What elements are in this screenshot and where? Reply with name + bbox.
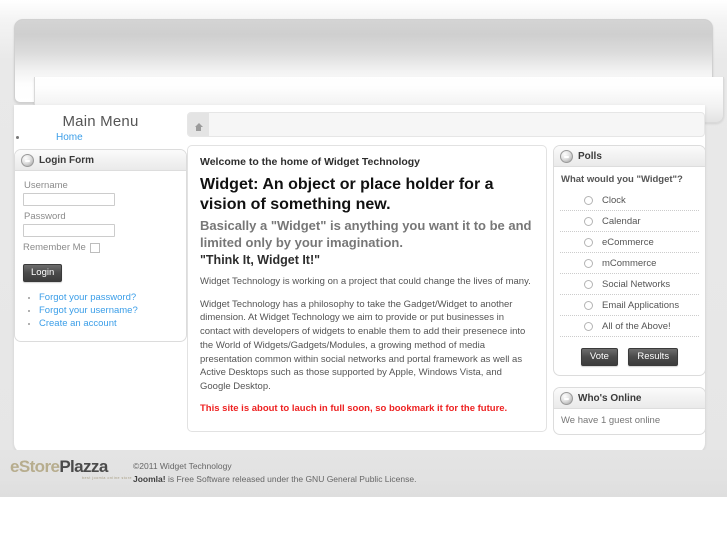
module-toggle-icon[interactable]: [560, 391, 573, 405]
login-module-header[interactable]: Login Form: [15, 150, 186, 171]
list-item: Forgot your username?: [39, 305, 178, 316]
article-paragraph-2: Widget Technology has a philosophy to ta…: [200, 298, 526, 393]
poll-option-row[interactable]: eCommerce: [560, 232, 699, 253]
poll-option-label: Social Networks: [602, 278, 671, 290]
login-help-links: Forgot your password? Forgot your userna…: [23, 292, 178, 329]
breadcrumb: [187, 112, 705, 137]
whos-online-module-header[interactable]: Who's Online: [554, 388, 705, 409]
module-toggle-icon[interactable]: [560, 149, 573, 163]
login-module-title: Login Form: [39, 154, 94, 166]
logo-text-part2: Plazza: [59, 457, 108, 476]
poll-option-row[interactable]: Social Networks: [560, 274, 699, 295]
login-module-body: Username Password Remember Me Login Forg…: [15, 171, 186, 341]
logo-text-part1: eStore: [10, 457, 60, 476]
poll-radio-mcommerce[interactable]: [584, 258, 593, 268]
article-launch-notice: This site is about to lauch in full soon…: [200, 402, 508, 414]
poll-option-label: Clock: [602, 194, 626, 206]
module-toggle-icon[interactable]: [21, 153, 34, 167]
results-button[interactable]: Results: [628, 348, 679, 366]
sidebar-item-home[interactable]: Home: [56, 132, 83, 143]
whos-online-module-title: Who's Online: [578, 392, 642, 404]
page-root: Main Menu Home Login Form Username Passw…: [0, 0, 727, 545]
article-heading: Widget: An object or place holder for a …: [200, 176, 494, 213]
article-content: Welcome to the home of Widget Technology…: [187, 145, 547, 432]
breadcrumb-home-button[interactable]: [188, 113, 209, 136]
poll-radio-clock[interactable]: [584, 195, 593, 205]
main-menu-list: Home: [14, 132, 187, 143]
footer-copyright: ©2011 Widget Technology: [133, 461, 232, 471]
poll-option-label: Email Applications: [602, 299, 680, 311]
home-icon: [194, 122, 203, 131]
license-text: is Free Software released under the GNU …: [165, 474, 417, 485]
site-header: [14, 19, 724, 123]
poll-radio-calendar[interactable]: [584, 216, 593, 226]
footer-logo[interactable]: eStorePlazza best joomla online store: [10, 458, 132, 480]
remember-me-label: Remember Me: [23, 242, 86, 253]
list-item: Forgot your password?: [39, 292, 178, 303]
poll-option-label: Calendar: [602, 215, 641, 227]
poll-option-row[interactable]: Clock: [560, 190, 699, 211]
logo-tagline: best joomla online store: [82, 476, 132, 480]
whos-online-module: Who's Online We have 1 guest online: [553, 387, 706, 435]
guests-online-text: We have 1 guest online: [561, 415, 661, 426]
logo-text: eStorePlazza: [10, 458, 132, 475]
article-welcome-line: Welcome to the home of Widget Technology: [200, 156, 421, 168]
poll-buttons: Vote Results: [560, 346, 699, 366]
poll-option-row[interactable]: Email Applications: [560, 295, 699, 316]
username-input[interactable]: [23, 193, 115, 206]
poll-radio-social-networks[interactable]: [584, 279, 593, 289]
footer-text: ©2011 Widget Technology Joomla! is Free …: [133, 460, 433, 486]
poll-option-label: All of the Above!: [602, 320, 671, 332]
password-label: Password: [24, 211, 66, 222]
remember-me-row: Remember Me: [23, 242, 178, 253]
create-account-link[interactable]: Create an account: [39, 318, 117, 329]
main-menu-title: Main Menu: [62, 113, 139, 130]
login-button[interactable]: Login: [23, 264, 63, 282]
poll-question: What would you "Widget"?: [561, 174, 683, 185]
polls-module-body: What would you "Widget"? Clock Calendar …: [554, 167, 705, 375]
poll-option-row[interactable]: All of the Above!: [560, 316, 699, 337]
login-form-module: Login Form Username Password Remember Me…: [14, 149, 187, 342]
vote-button[interactable]: Vote: [580, 348, 618, 366]
forgot-password-link[interactable]: Forgot your password?: [39, 292, 136, 303]
poll-option-row[interactable]: Calendar: [560, 211, 699, 232]
article-paragraph-1: Widget Technology is working on a projec…: [200, 275, 531, 287]
article-subheading: Basically a "Widget" is anything you wan…: [200, 218, 532, 250]
poll-option-label: mCommerce: [602, 257, 657, 269]
whos-online-module-body: We have 1 guest online: [554, 409, 705, 434]
list-item: Create an account: [39, 318, 178, 329]
password-input[interactable]: [23, 224, 115, 237]
polls-module: Polls What would you "Widget"? Clock Cal…: [553, 145, 706, 376]
remember-me-checkbox[interactable]: [89, 242, 100, 253]
poll-radio-email-applications[interactable]: [584, 300, 593, 310]
poll-radio-ecommerce[interactable]: [584, 237, 593, 247]
article-tagline: "Think It, Widget It!": [200, 252, 321, 267]
poll-option-row[interactable]: mCommerce: [560, 253, 699, 274]
forgot-username-link[interactable]: Forgot your username?: [39, 305, 138, 316]
left-sidebar: Main Menu Home Login Form Username Passw…: [14, 108, 187, 342]
joomla-brand: Joomla!: [133, 474, 166, 485]
username-label: Username: [24, 180, 68, 191]
site-footer: eStorePlazza best joomla online store ©2…: [0, 450, 727, 497]
poll-option-label: eCommerce: [602, 236, 654, 248]
poll-radio-all-of-the-above[interactable]: [584, 321, 593, 331]
right-sidebar: Polls What would you "Widget"? Clock Cal…: [553, 145, 706, 435]
menu-list-item: Home: [28, 132, 187, 143]
footer-license: Joomla! is Free Software released under …: [133, 473, 433, 486]
polls-module-header[interactable]: Polls: [554, 146, 705, 167]
polls-module-title: Polls: [578, 150, 602, 162]
